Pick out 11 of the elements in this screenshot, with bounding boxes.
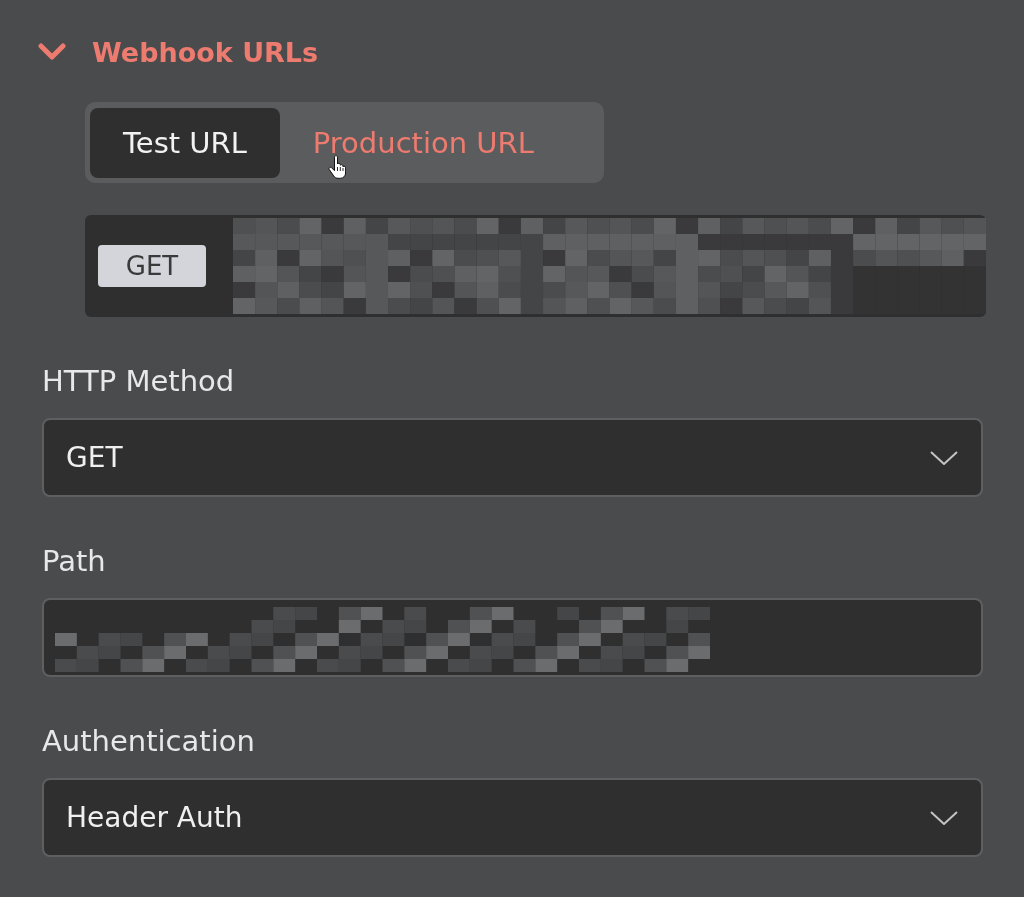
dropdown[interactable]: Header Auth [42,778,983,857]
field-label: Authentication [42,723,255,759]
chevron-down-icon [930,450,958,465]
dropdown[interactable]: GET [42,418,983,497]
chevron-down-icon [930,810,958,825]
method-badge: GET [98,245,206,287]
chevron-down-icon[interactable] [38,43,66,61]
url-tab[interactable]: Test URL [90,108,280,178]
path-input[interactable] [42,598,983,677]
field-label: Path [42,543,106,579]
field-label: HTTP Method [42,363,235,399]
